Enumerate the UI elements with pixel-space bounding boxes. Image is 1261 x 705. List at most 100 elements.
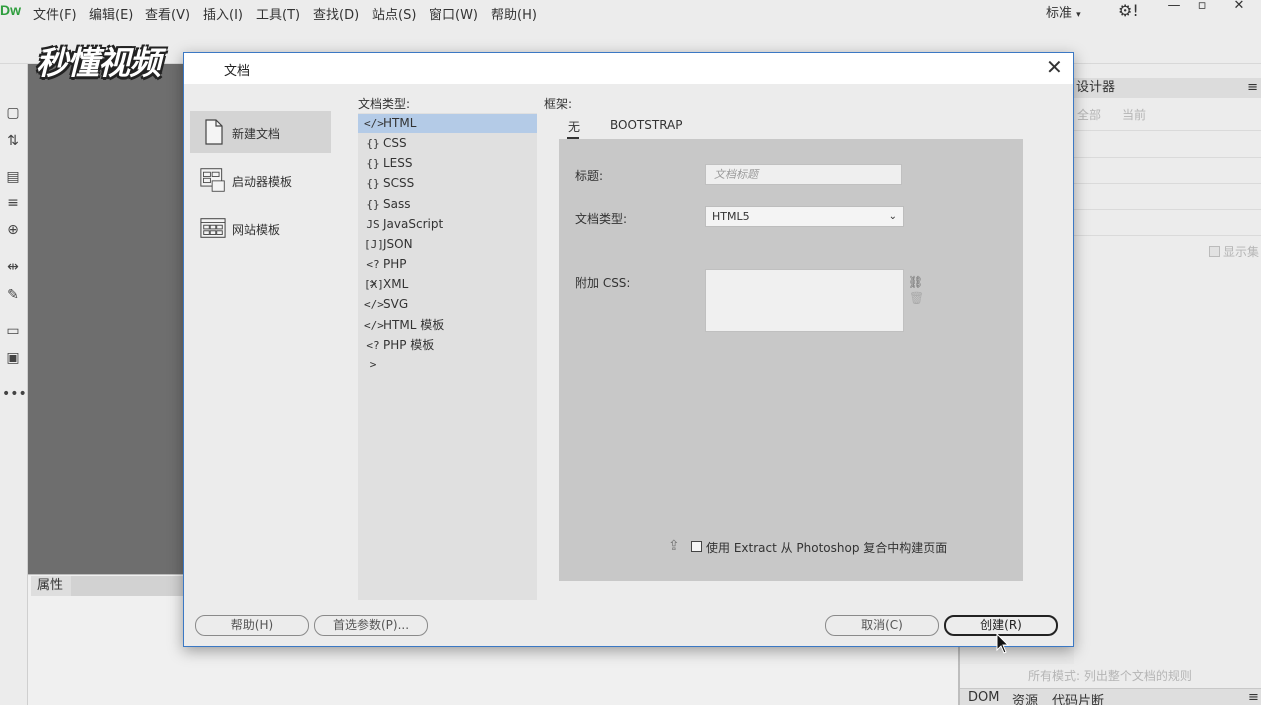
- dialog-title: 文档: [224, 64, 251, 79]
- doc-type-html-template[interactable]: </> HTML 模板: [358, 316, 537, 335]
- braces-icon: {}: [366, 177, 380, 190]
- chevron-down-icon: ▾: [1076, 10, 1081, 20]
- attached-css-list[interactable]: [705, 269, 904, 332]
- category-starter-templates[interactable]: 启动器模板: [190, 159, 331, 201]
- doc-type-label: CSS: [383, 136, 407, 150]
- document-icon: [205, 119, 223, 145]
- divider: [1074, 157, 1261, 158]
- doc-type-json[interactable]: [J] JSON: [358, 235, 537, 254]
- doc-type-label: SVG: [383, 297, 409, 311]
- category-new-document[interactable]: 新建文档: [190, 111, 331, 153]
- doctype-label: 文档类型:: [575, 212, 628, 226]
- doc-type-heading: 文档类型:: [358, 97, 411, 111]
- designer-panel-title: 设计器 ≡: [1074, 78, 1261, 98]
- doc-type-label: Sass: [383, 197, 411, 211]
- script-icon: JS: [366, 218, 380, 231]
- json-icon: [J]: [364, 238, 384, 251]
- bottom-tabs: DOM 资源 代码片断 ≡: [960, 688, 1261, 705]
- comment-icon[interactable]: ▭: [2, 320, 24, 342]
- right-panel: [1074, 64, 1261, 664]
- properties-tab[interactable]: 属性: [31, 576, 71, 596]
- move-icon[interactable]: ⇹: [2, 256, 24, 278]
- doc-type-php-template[interactable]: <?> PHP 模板: [358, 336, 537, 371]
- extract-icon: ⇪: [668, 538, 680, 554]
- doc-type-xml[interactable]: [X] XML: [358, 275, 537, 294]
- menu-site[interactable]: 站点(S): [372, 4, 416, 23]
- tab-assets[interactable]: 资源: [1012, 690, 1038, 705]
- doc-type-scss[interactable]: {} SCSS: [358, 174, 537, 193]
- divider: [1074, 183, 1261, 184]
- doc-type-php[interactable]: <?> PHP: [358, 255, 537, 290]
- trash-icon[interactable]: 🗑: [909, 291, 924, 305]
- dialog-titlebar: 文档 ✕: [184, 53, 1073, 84]
- menu-edit[interactable]: 编辑(E): [89, 4, 133, 23]
- show-set-checkbox[interactable]: [1209, 246, 1220, 257]
- extract-label: 使用 Extract 从 Photoshop 复合中构建页面: [706, 541, 948, 555]
- link-icon[interactable]: ⛓: [908, 275, 923, 289]
- category-site-templates[interactable]: 网站模板: [190, 207, 331, 249]
- framework-heading: 框架:: [544, 97, 573, 111]
- attach-css-label: 附加 CSS:: [575, 276, 631, 290]
- menu-find[interactable]: 查找(D): [313, 4, 359, 23]
- new-file-icon[interactable]: ▢: [2, 102, 24, 124]
- doc-type-sass[interactable]: {} Sass: [358, 195, 537, 214]
- menu-insert[interactable]: 插入(I): [203, 4, 243, 23]
- left-toolbar: ▢ ⇅ ▤ ≡ ⊕ ⇹ ✎ ▭ ▣ •••: [0, 64, 28, 705]
- category-label: 启动器模板: [232, 175, 293, 189]
- doctype-select[interactable]: HTML5 ⌄: [705, 206, 904, 227]
- minimize-icon[interactable]: —: [1162, 0, 1186, 14]
- starter-template-icon: [200, 168, 225, 192]
- close-window-icon[interactable]: ✕: [1227, 0, 1251, 14]
- tab-snippets[interactable]: 代码片断: [1052, 690, 1104, 705]
- close-icon[interactable]: ✕: [1046, 57, 1063, 77]
- mode-status: 所有模式: 列出整个文档的规则: [960, 664, 1261, 688]
- menu-file[interactable]: 文件(F): [33, 4, 77, 23]
- current-tab[interactable]: 当前: [1122, 106, 1146, 123]
- doc-type-css[interactable]: {} CSS: [358, 134, 537, 153]
- panel-menu-icon[interactable]: ≡: [1248, 690, 1259, 705]
- code-icon: </>: [364, 319, 384, 332]
- doc-type-label: LESS: [383, 156, 413, 170]
- app-logo: Dw: [0, 2, 21, 18]
- doc-type-label: JSON: [383, 237, 413, 251]
- more-icon[interactable]: •••: [2, 383, 27, 405]
- menu-view[interactable]: 查看(V): [145, 4, 190, 23]
- php-icon: <?>: [366, 339, 380, 371]
- menu-tools[interactable]: 工具(T): [256, 4, 300, 23]
- indent-icon[interactable]: ≡: [2, 192, 24, 214]
- maximize-icon[interactable]: ▫: [1190, 0, 1214, 14]
- sort-icon[interactable]: ⇅: [2, 130, 24, 152]
- snippet-icon[interactable]: ▣: [2, 347, 24, 369]
- workspace-switcher[interactable]: 标准 ▾: [1046, 2, 1081, 21]
- title-label: 标题:: [575, 169, 604, 183]
- category-label: 新建文档: [232, 127, 281, 141]
- cancel-button[interactable]: 取消(C): [825, 615, 939, 636]
- help-button[interactable]: 帮助(H): [195, 615, 309, 636]
- braces-icon: {}: [366, 198, 380, 211]
- watermark-logo: 秒懂视频: [36, 44, 161, 82]
- divider: [1074, 130, 1261, 131]
- panel-menu-icon[interactable]: ≡: [1247, 78, 1258, 98]
- target-icon[interactable]: ⊕: [2, 219, 24, 241]
- chevron-down-icon: ⌄: [888, 211, 897, 222]
- document-search-icon[interactable]: ▤: [2, 166, 24, 188]
- tab-framework-none[interactable]: 无: [568, 118, 580, 135]
- code-icon: </>: [364, 117, 384, 130]
- doc-type-svg[interactable]: </> SVG: [358, 295, 537, 314]
- doc-type-less[interactable]: {} LESS: [358, 154, 537, 173]
- title-input[interactable]: 文档标题: [705, 164, 902, 185]
- gear-icon[interactable]: ⚙!: [1118, 1, 1139, 20]
- preferences-button[interactable]: 首选参数(P)...: [314, 615, 428, 636]
- brush-icon[interactable]: ✎: [2, 284, 24, 306]
- menu-window[interactable]: 窗口(W): [429, 4, 478, 23]
- show-set-option[interactable]: 显示集: [1209, 243, 1259, 260]
- tab-framework-bootstrap[interactable]: BOOTSTRAP: [610, 118, 683, 132]
- doc-type-html[interactable]: </> HTML: [358, 114, 537, 133]
- extract-checkbox[interactable]: [691, 541, 702, 552]
- tab-dom[interactable]: DOM: [968, 690, 999, 705]
- doctype-value: HTML5: [712, 210, 750, 223]
- all-tab[interactable]: 全部: [1077, 106, 1101, 123]
- doc-type-label: PHP: [383, 257, 407, 271]
- doc-type-javascript[interactable]: JS JavaScript: [358, 215, 537, 234]
- menu-help[interactable]: 帮助(H): [491, 4, 537, 23]
